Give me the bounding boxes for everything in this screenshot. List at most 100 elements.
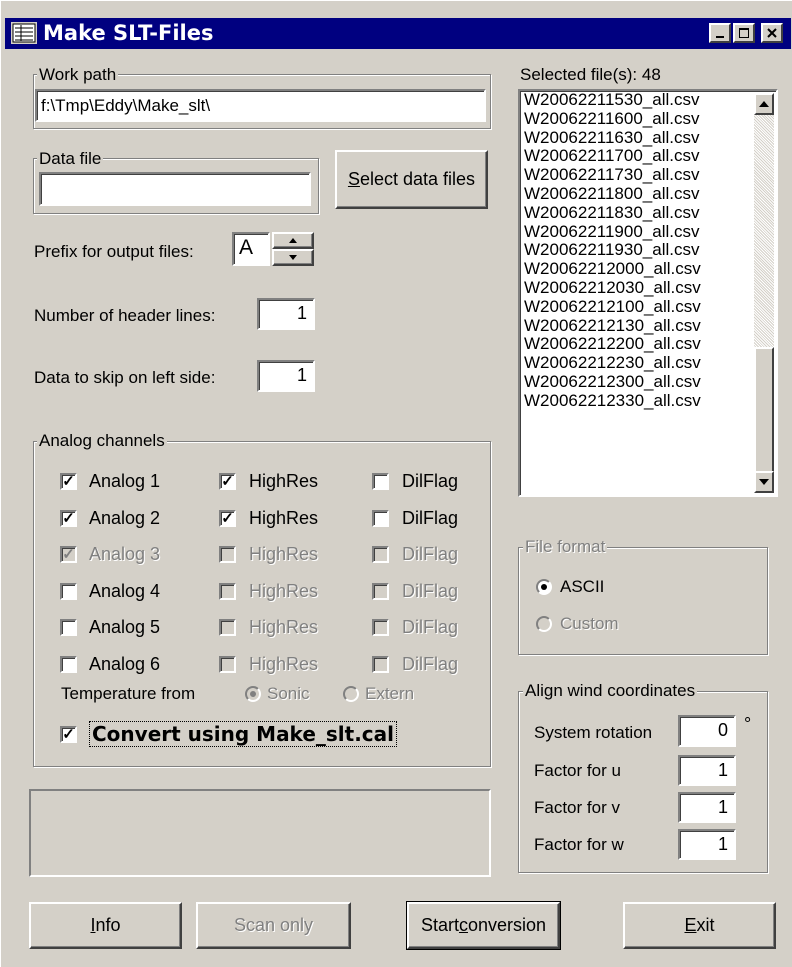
file-list-item[interactable]: W20062212030_all.csv: [520, 278, 776, 298]
file-list-item[interactable]: W20062211930_all.csv: [520, 241, 776, 260]
analog-5-checkbox[interactable]: [60, 619, 77, 636]
select-button-label: elect data files: [359, 169, 476, 189]
file-list-scrollbar[interactable]: [754, 93, 774, 493]
file-list-item[interactable]: W20062211800_all.csv: [520, 184, 776, 204]
work-path-label: Work path: [37, 65, 119, 85]
info-button[interactable]: Info: [29, 902, 182, 949]
analog-channels-label: Analog channels: [37, 431, 167, 451]
window-title: Make SLT-Files: [43, 21, 214, 45]
dilflag-4-label: DilFlag: [402, 581, 459, 601]
dilflag-2-checkbox[interactable]: [372, 510, 389, 527]
selected-files-label: Selected file(s): 48: [520, 65, 661, 84]
degree-symbol: °: [744, 714, 752, 734]
file-list-item[interactable]: W20062211700_all.csv: [520, 147, 776, 166]
file-list-item[interactable]: W20062211900_all.csv: [520, 222, 776, 242]
dilflag-6-label: DilFlag: [402, 654, 459, 674]
header-lines-field[interactable]: 1: [257, 298, 315, 330]
highres-3-checkbox[interactable]: [219, 546, 236, 563]
prefix-label: Prefix for output files:: [34, 242, 194, 261]
file-list-item[interactable]: W20062212130_all.csv: [520, 316, 776, 336]
analog-4-checkbox[interactable]: [60, 583, 77, 600]
highres-1-label: HighRes: [249, 471, 319, 491]
ascii-radio[interactable]: [536, 579, 552, 595]
dilflag-5-checkbox[interactable]: [372, 619, 389, 636]
arrow-down-icon: [289, 255, 297, 260]
arrow-up-icon: [289, 238, 297, 243]
start-label-pre: Start: [420, 915, 459, 935]
scroll-thumb[interactable]: [754, 347, 774, 473]
system-rotation-field[interactable]: 0: [678, 715, 736, 747]
scan-only-label: Scan only: [233, 915, 314, 935]
skip-left-label: Data to skip on left side:: [34, 368, 216, 387]
analog-1-checkbox[interactable]: ✓: [60, 473, 77, 490]
highres-3-label: HighRes: [249, 544, 319, 564]
maximize-button[interactable]: [733, 23, 755, 43]
custom-label: Custom: [560, 614, 619, 633]
highres-6-checkbox[interactable]: [219, 656, 236, 673]
sonic-label: Sonic: [267, 684, 310, 703]
minimize-button[interactable]: [709, 23, 731, 43]
highres-2-label: HighRes: [249, 508, 319, 528]
file-list-item[interactable]: W20062212300_all.csv: [520, 372, 776, 392]
custom-radio[interactable]: [536, 616, 552, 632]
analog-3-checkbox[interactable]: ✓: [60, 546, 77, 563]
dilflag-1-checkbox[interactable]: [372, 473, 389, 490]
highres-5-checkbox[interactable]: [219, 619, 236, 636]
highres-2-checkbox[interactable]: ✓: [219, 510, 236, 527]
exit-label: xit: [696, 915, 715, 935]
prefix-field[interactable]: A: [232, 232, 270, 266]
scroll-up-button[interactable]: [754, 93, 774, 115]
skip-left-field[interactable]: 1: [257, 360, 315, 392]
dilflag-5-label: DilFlag: [402, 617, 459, 637]
prefix-spin-up[interactable]: [272, 232, 314, 249]
ascii-label: ASCII: [560, 577, 605, 596]
highres-4-checkbox[interactable]: [219, 583, 236, 600]
factor-v-field[interactable]: 1: [678, 792, 736, 823]
analog-3-label: Analog 3: [89, 544, 161, 564]
analog-6-checkbox[interactable]: [60, 656, 77, 673]
file-list-item[interactable]: W20062212330_all.csv: [520, 391, 776, 411]
extern-radio[interactable]: [343, 686, 359, 702]
analog-2-checkbox[interactable]: ✓: [60, 510, 77, 527]
analog-1-label: Analog 1: [89, 471, 161, 491]
file-list-item[interactable]: W20062211630_all.csv: [520, 128, 776, 148]
convert-label: Convert using Make_slt.cal: [89, 721, 398, 747]
file-list-item[interactable]: W20062211830_all.csv: [520, 203, 776, 223]
file-list-item[interactable]: W20062212000_all.csv: [520, 259, 776, 279]
factor-u-field[interactable]: 1: [678, 755, 736, 786]
convert-checkbox[interactable]: ✓: [60, 726, 77, 743]
file-list-item[interactable]: W20062211600_all.csv: [520, 109, 776, 129]
maximize-icon: [739, 28, 749, 38]
dilflag-6-checkbox[interactable]: [372, 656, 389, 673]
scan-only-button[interactable]: Scan only: [196, 902, 351, 949]
select-button-mnemonic: S: [347, 169, 360, 189]
select-data-files-button[interactable]: Select data files: [335, 150, 488, 209]
file-list-item[interactable]: W20062212100_all.csv: [520, 297, 776, 317]
arrow-down-icon: [759, 479, 769, 485]
dilflag-3-checkbox[interactable]: [372, 546, 389, 563]
temperature-label: Temperature from: [61, 684, 196, 703]
work-path-field[interactable]: f:\Tmp\Eddy\Make_slt\: [35, 89, 486, 122]
exit-button[interactable]: Exit: [623, 902, 776, 949]
factor-w-field[interactable]: 1: [678, 829, 736, 860]
dilflag-3-label: DilFlag: [402, 544, 459, 564]
data-file-field[interactable]: [39, 172, 311, 206]
file-list-item[interactable]: W20062211530_all.csv: [520, 90, 776, 110]
file-list-item[interactable]: W20062212200_all.csv: [520, 335, 776, 354]
file-list-item[interactable]: W20062212230_all.csv: [520, 353, 776, 373]
highres-1-checkbox[interactable]: ✓: [219, 473, 236, 490]
selected-files-list[interactable]: W20062211530_all.csv W20062211600_all.csv…: [518, 89, 778, 497]
system-rotation-label: System rotation: [534, 723, 653, 742]
scroll-down-button[interactable]: [754, 471, 774, 493]
close-button[interactable]: [761, 23, 783, 43]
start-conversion-button[interactable]: Start c onversion: [406, 901, 561, 950]
factor-w-label: Factor for w: [534, 835, 624, 854]
dilflag-2-label: DilFlag: [402, 508, 459, 528]
sonic-radio[interactable]: [245, 686, 261, 702]
title-bar[interactable]: Make SLT-Files: [5, 18, 791, 49]
dilflag-4-checkbox[interactable]: [372, 583, 389, 600]
prefix-spin-down[interactable]: [272, 249, 314, 266]
file-list-item[interactable]: W20062211730_all.csv: [520, 165, 776, 185]
main-window: Make SLT-Files Work path f:\Tmp\Eddy\Mak…: [0, 0, 792, 967]
start-mnemonic: c: [458, 915, 468, 935]
